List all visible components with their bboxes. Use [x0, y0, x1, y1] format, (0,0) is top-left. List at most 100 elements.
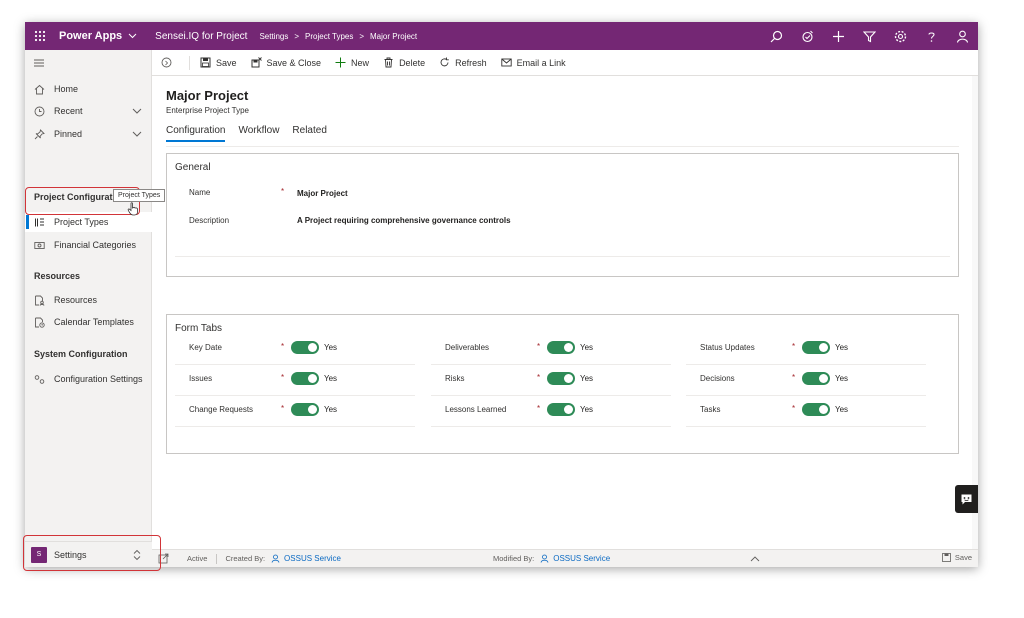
app-launcher-icon[interactable]: [25, 22, 55, 50]
name-field[interactable]: Major Project: [297, 189, 348, 198]
required-marker: *: [537, 373, 541, 382]
sidebar-item-label: Calendar Templates: [54, 317, 134, 327]
required-marker: *: [792, 342, 796, 351]
tab-related[interactable]: Related: [292, 125, 326, 142]
save-icon: [200, 57, 211, 68]
nav-group-system-configuration: System Configuration: [34, 349, 128, 359]
sidebar-item-recent[interactable]: Recent: [25, 101, 152, 121]
divider: [175, 364, 415, 365]
created-by-link[interactable]: OSSUS Service: [271, 554, 341, 563]
email-link-button[interactable]: Email a Link: [500, 57, 566, 68]
add-icon: [335, 57, 346, 68]
toggle-change-requests[interactable]: [291, 403, 319, 416]
command-bar: Save Save & Close New Delete Refresh Ema…: [152, 50, 978, 76]
chevron-down-icon[interactable]: [132, 106, 142, 116]
toggle-value-text: Yes: [324, 374, 338, 383]
sidebar-item-home[interactable]: Home: [25, 79, 152, 99]
user-icon[interactable]: [947, 22, 978, 50]
toggle-status-updates[interactable]: [802, 341, 830, 354]
gear-icon[interactable]: [885, 22, 916, 50]
form-tab-label-change-requests: Change Requests: [189, 405, 254, 414]
modified-by-link[interactable]: OSSUS Service: [540, 554, 610, 563]
app-name[interactable]: Power Apps: [59, 30, 122, 42]
required-marker: *: [792, 404, 796, 413]
user-icon: [540, 554, 549, 563]
toggle-decisions[interactable]: [802, 372, 830, 385]
description-field[interactable]: A Project requiring comprehensive govern…: [297, 216, 511, 225]
refresh-label: Refresh: [455, 57, 487, 68]
breadcrumb-major-project: Major Project: [370, 31, 418, 41]
required-marker: *: [281, 187, 285, 196]
sidebar: Home Recent Pinned Project Configuration…: [25, 50, 152, 567]
required-marker: *: [281, 342, 285, 351]
toggle-deliverables[interactable]: [547, 341, 575, 354]
delete-button[interactable]: Delete: [383, 57, 425, 68]
toggle-risks[interactable]: [547, 372, 575, 385]
top-icons: [761, 22, 978, 50]
scrollbar[interactable]: [972, 76, 978, 549]
sidebar-item-pinned[interactable]: Pinned: [25, 124, 152, 144]
new-button[interactable]: New: [335, 57, 369, 68]
chat-bot-button[interactable]: [955, 485, 978, 513]
info-icon: [161, 57, 172, 68]
record-info-button[interactable]: [161, 57, 177, 68]
footer-save-label: Save: [954, 553, 972, 562]
tab-workflow[interactable]: Workflow: [238, 125, 279, 142]
toggle-value-text: Yes: [324, 405, 338, 414]
filter-icon[interactable]: [854, 22, 885, 50]
chevron-up-icon[interactable]: [750, 555, 760, 562]
money-icon: [33, 239, 45, 251]
sidebar-item-resources[interactable]: Resources: [25, 290, 152, 310]
highlight-area-switcher: [23, 535, 161, 571]
modified-by-name: OSSUS Service: [553, 554, 611, 563]
refresh-button[interactable]: Refresh: [439, 57, 487, 68]
form-tabs: Configuration Workflow Related: [166, 125, 340, 142]
divider: [175, 256, 950, 257]
chevron-down-icon[interactable]: [132, 129, 142, 139]
hamburger-menu-icon[interactable]: [34, 59, 44, 67]
tooltip: Project Types: [113, 189, 166, 202]
divider: [431, 426, 671, 427]
sidebar-item-configuration-settings[interactable]: Configuration Settings: [25, 369, 152, 389]
toggle-value-text: Yes: [580, 343, 594, 352]
help-icon[interactable]: [916, 22, 947, 50]
breadcrumb-project-types[interactable]: Project Types: [305, 32, 353, 41]
settings-gears-icon: [33, 373, 45, 385]
toggle-tasks[interactable]: [802, 403, 830, 416]
sidebar-item-label: Financial Categories: [54, 240, 137, 250]
search-icon[interactable]: [761, 22, 792, 50]
form-tabs-section: Form Tabs Key Date * Yes Deliverables * Yes St…: [166, 314, 959, 454]
toggle-value-text: Yes: [580, 374, 594, 383]
breadcrumb: Settings > Project Types > Major Project: [259, 32, 417, 41]
sidebar-item-calendar-templates[interactable]: Calendar Templates: [25, 312, 152, 332]
app-module-name[interactable]: Sensei.IQ for Project: [155, 31, 247, 42]
divider: [216, 553, 218, 564]
pin-icon: [33, 128, 45, 140]
sidebar-item-financial-categories[interactable]: Financial Categories: [25, 235, 152, 255]
required-marker: *: [537, 342, 541, 351]
toggle-key-date[interactable]: [291, 341, 319, 354]
created-by-label: Created By:: [225, 554, 266, 563]
divider: [175, 395, 415, 396]
toggle-issues[interactable]: [291, 372, 319, 385]
save-close-button[interactable]: Save & Close: [251, 57, 321, 68]
modified-by-label: Modified By:: [492, 554, 535, 563]
required-marker: *: [281, 404, 285, 413]
divider: [431, 364, 671, 365]
divider: [189, 55, 190, 70]
sidebar-item-label: Home: [54, 84, 79, 94]
toggle-lessons-learned[interactable]: [547, 403, 575, 416]
footer-save-button[interactable]: Save: [941, 553, 972, 562]
add-icon[interactable]: [823, 22, 854, 50]
breadcrumb-settings[interactable]: Settings: [259, 32, 288, 41]
toggle-value-text: Yes: [324, 343, 338, 352]
chevron-down-icon[interactable]: [128, 33, 137, 39]
sidebar-item-label: Pinned: [54, 129, 83, 139]
required-marker: *: [281, 373, 285, 382]
assist-icon[interactable]: [792, 22, 823, 50]
tab-configuration[interactable]: Configuration: [166, 125, 226, 142]
form-tabs-section-title: Form Tabs: [175, 323, 223, 334]
status-text: Active: [187, 554, 208, 563]
save-button[interactable]: Save: [200, 57, 237, 68]
user-icon: [271, 554, 280, 563]
